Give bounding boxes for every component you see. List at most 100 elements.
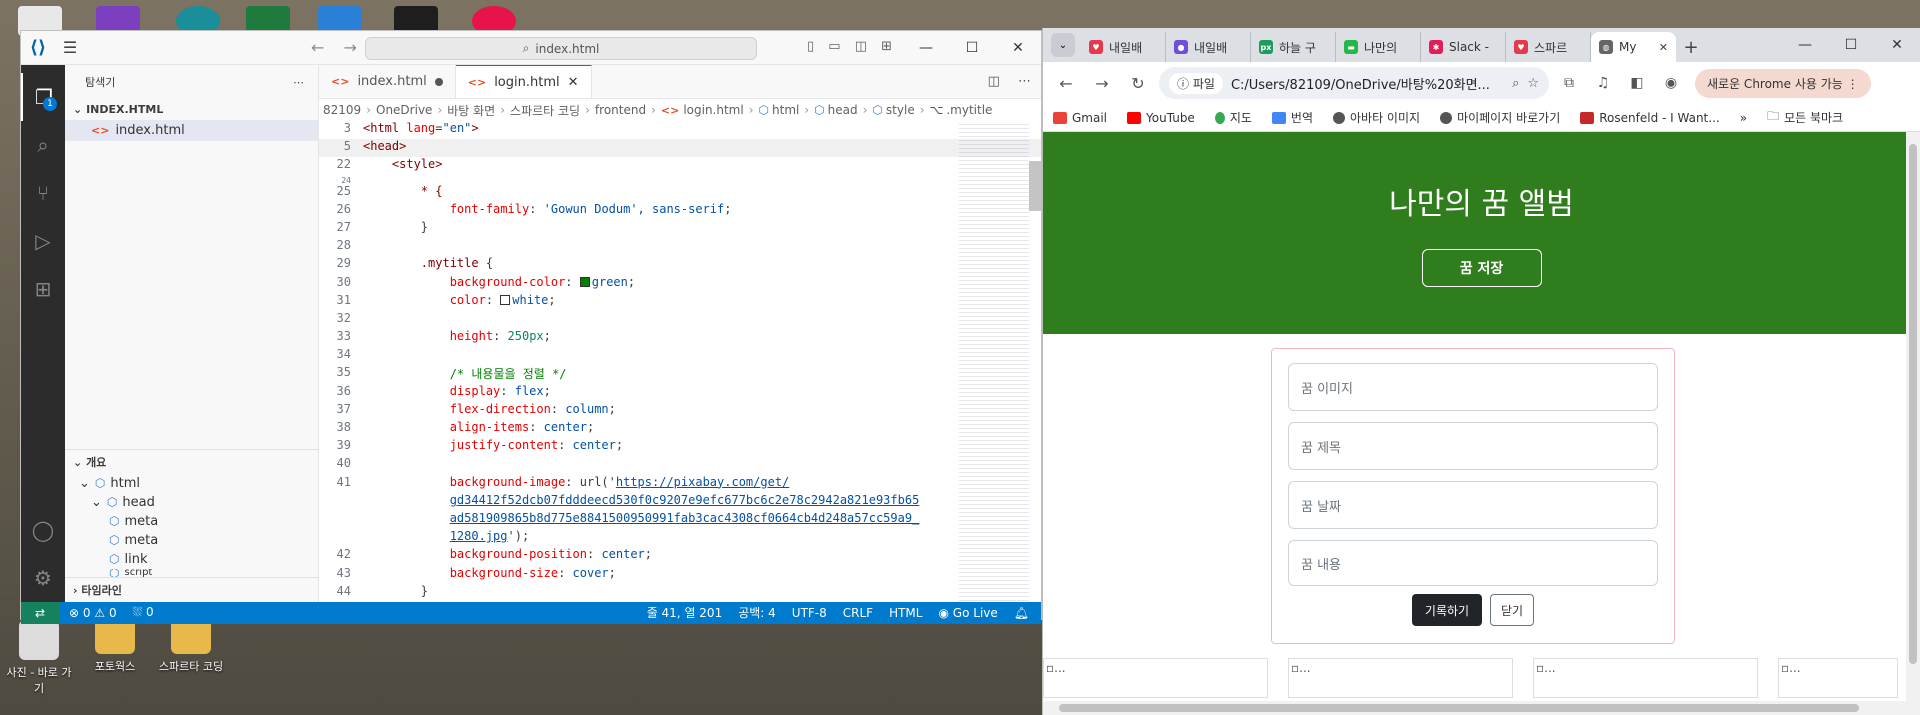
breadcrumb-item[interactable]: head	[828, 103, 858, 117]
account-icon[interactable]: ◯	[21, 506, 65, 554]
browser-tab[interactable]: ✱ Slack -	[1421, 32, 1506, 62]
close-icon[interactable]: ✕	[995, 31, 1041, 65]
dream-date-input[interactable]: 꿈 날짜	[1288, 481, 1658, 529]
minimize-icon[interactable]: —	[1782, 28, 1828, 62]
forward-arrow-icon[interactable]: →	[344, 38, 357, 57]
bookmark-star-icon[interactable]: ☆	[1527, 76, 1539, 91]
breadcrumb-item[interactable]: frontend	[595, 103, 646, 117]
bookmark-gmail[interactable]: Gmail	[1053, 111, 1107, 125]
dream-title-input[interactable]: 꿈 제목	[1288, 422, 1658, 470]
minimap[interactable]	[959, 121, 1029, 602]
chrome-update-button[interactable]: 새로운 Chrome 사용 가능 ⋮	[1695, 68, 1871, 98]
command-center-search[interactable]: ⌕ index.html	[365, 37, 757, 60]
bookmark-mypage[interactable]: 마이페이지 바로가기	[1440, 109, 1560, 126]
extensions-puzzle-icon[interactable]: ⧉	[1555, 69, 1583, 97]
outline-item-meta[interactable]: ⬡ meta	[65, 512, 318, 531]
bell-icon[interactable]: 🔔︎	[1014, 606, 1029, 620]
card-image-placeholder[interactable]: ▫...	[1533, 658, 1758, 698]
zoom-icon[interactable]: ⌕	[1512, 76, 1519, 91]
all-bookmarks-folder[interactable]: 🗀 모든 북마크	[1767, 107, 1843, 128]
indentation[interactable]: 공백: 4	[738, 604, 776, 621]
settings-gear-icon[interactable]: ⚙	[21, 554, 65, 602]
customize-layout-icon[interactable]: ⊞	[881, 39, 892, 54]
desktop-shortcut-photos[interactable]: 사진 - 바로 가기	[4, 620, 74, 696]
toggle-secondary-sidebar-icon[interactable]: ◫	[855, 39, 867, 54]
bookmark-maps[interactable]: 지도	[1214, 109, 1252, 126]
address-bar[interactable]: ⓘ 파일 C:/Users/82109/OneDrive/바탕%20화면... …	[1159, 67, 1549, 99]
new-tab-plus-icon[interactable]: +	[1676, 32, 1706, 62]
run-debug-icon[interactable]: ▷	[21, 217, 65, 265]
code-editor[interactable]: 3 <html lang="en"> 5 <head> 22 <style> 24 …	[319, 121, 1041, 602]
record-button[interactable]: 기록하기	[1412, 594, 1482, 626]
bookmark-avatar[interactable]: 아바타 이미지	[1333, 109, 1420, 126]
outline-item-meta[interactable]: ⬡ meta	[65, 531, 318, 550]
go-live-button[interactable]: ◉ Go Live	[938, 606, 997, 620]
tab-index-html[interactable]: <> index.html	[319, 65, 456, 98]
close-icon[interactable]: ✕	[568, 75, 579, 90]
minimize-icon[interactable]: —	[903, 31, 949, 65]
language-mode[interactable]: HTML	[889, 606, 922, 620]
outline-section[interactable]: ⌄ 개요	[65, 448, 318, 474]
breadcrumb-item[interactable]: html	[772, 103, 799, 117]
editor-scrollbar[interactable]	[1029, 161, 1041, 211]
timeline-section[interactable]: › 타임라인	[65, 576, 318, 602]
breadcrumb-item[interactable]: 스파르타 코딩	[510, 102, 580, 119]
ports-indicator[interactable]: ⛆ 0	[133, 605, 154, 620]
tab-login-html[interactable]: <> login.html ✕	[455, 65, 592, 98]
problems-indicator[interactable]: ⊗ 0 ⚠ 0	[69, 606, 117, 620]
outline-item-link[interactable]: ⬡ link	[65, 550, 318, 569]
more-actions-icon[interactable]: ⋯	[1018, 74, 1031, 89]
workspace-section[interactable]: ⌄ INDEX.HTML	[65, 99, 318, 120]
more-bookmarks-icon[interactable]: »	[1740, 111, 1747, 125]
explorer-icon[interactable]: ❐ 1	[21, 73, 65, 121]
color-swatch-green[interactable]	[579, 276, 590, 287]
close-form-button[interactable]: 닫기	[1490, 594, 1534, 626]
page-vertical-scrollbar[interactable]	[1906, 132, 1920, 715]
bookmark-translate[interactable]: 번역	[1271, 109, 1313, 126]
file-item-index-html[interactable]: <> index.html	[65, 120, 318, 141]
browser-tab[interactable]: ● 내일배	[1166, 32, 1251, 62]
extensions-icon[interactable]: ⊞	[21, 265, 65, 313]
color-swatch-white[interactable]	[500, 294, 511, 305]
breadcrumb-item[interactable]: 82109	[323, 103, 361, 117]
encoding[interactable]: UTF-8	[792, 606, 827, 620]
remote-indicator-icon[interactable]: ⇄	[21, 601, 59, 624]
more-actions-icon[interactable]: ⋯	[293, 76, 304, 89]
back-arrow-icon[interactable]: ←	[1051, 68, 1081, 98]
reload-icon[interactable]: ↻	[1123, 68, 1153, 98]
breadcrumb-item[interactable]: OneDrive	[376, 103, 432, 117]
tab-search-icon[interactable]: ⌄	[1051, 33, 1075, 57]
source-control-icon[interactable]: ⑂	[21, 169, 65, 217]
media-controls-icon[interactable]: ♫	[1589, 69, 1617, 97]
close-tab-icon[interactable]: ✕	[1659, 41, 1668, 54]
site-info-chip[interactable]: ⓘ 파일	[1169, 72, 1223, 94]
end-of-line[interactable]: CRLF	[843, 606, 873, 620]
breadcrumb-item[interactable]: style	[886, 103, 915, 117]
maximize-icon[interactable]: ☐	[949, 31, 995, 65]
card-image-placeholder[interactable]: ▫...	[1043, 658, 1268, 698]
menu-icon[interactable]: ☰	[55, 38, 85, 57]
unsaved-dot-icon[interactable]	[434, 77, 443, 86]
browser-tab-active[interactable]: ◍ My ✕	[1591, 32, 1676, 62]
profile-avatar-icon[interactable]: ◉	[1657, 69, 1685, 97]
breadcrumb-item[interactable]: login.html	[683, 103, 743, 117]
breadcrumb-item[interactable]: 바탕 화면	[447, 102, 495, 119]
toggle-sidebar-icon[interactable]: ▯	[807, 39, 814, 54]
card-image-placeholder[interactable]: ▫...	[1288, 658, 1513, 698]
dream-image-input[interactable]: 꿈 이미지	[1288, 363, 1658, 411]
card-image-placeholder[interactable]: ▫...	[1778, 658, 1898, 698]
dream-content-textarea[interactable]: 꿈 내용	[1288, 540, 1658, 586]
side-panel-icon[interactable]: ◧	[1623, 69, 1651, 97]
maximize-icon[interactable]: ☐	[1828, 28, 1874, 62]
browser-tab[interactable]: ♥ 내일배	[1081, 32, 1166, 62]
browser-tab[interactable]: ▬ 나만의	[1336, 32, 1421, 62]
bookmark-youtube[interactable]: YouTube	[1127, 111, 1195, 125]
toggle-panel-icon[interactable]: ▭	[828, 39, 840, 54]
back-arrow-icon[interactable]: ←	[311, 38, 324, 57]
bookmark-rosenfeld[interactable]: Rosenfeld - I Want...	[1580, 111, 1720, 125]
outline-item-script[interactable]: ⬡ script	[65, 569, 318, 577]
cursor-position[interactable]: 줄 41, 열 201	[647, 604, 723, 621]
outline-item-html[interactable]: ⌄ ⬡ html	[65, 474, 318, 493]
close-icon[interactable]: ✕	[1874, 28, 1920, 62]
search-icon[interactable]: ⌕	[21, 121, 65, 169]
